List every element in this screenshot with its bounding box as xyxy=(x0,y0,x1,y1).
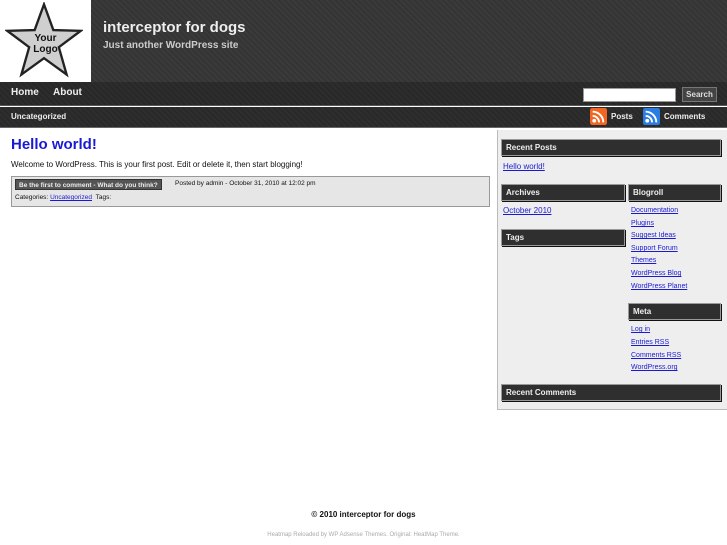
category-uncategorized[interactable]: Uncategorized xyxy=(11,112,66,121)
blogroll-link[interactable]: Themes xyxy=(631,257,656,264)
meta-heading: Meta xyxy=(628,303,721,320)
nav-about[interactable]: About xyxy=(53,87,82,98)
recent-post-link[interactable]: Hello world! xyxy=(503,162,545,171)
posted-by: Posted by admin - October 31, 2010 at 12… xyxy=(175,180,316,187)
rss-icon[interactable] xyxy=(590,108,607,125)
tags-heading: Tags xyxy=(501,229,625,246)
meta-link[interactable]: Log in xyxy=(631,326,650,333)
blogroll-link[interactable]: WordPress Blog xyxy=(631,270,681,277)
meta-link[interactable]: Comments RSS xyxy=(631,352,681,359)
sidebar: Recent Posts Hello world! Archives Octob… xyxy=(497,130,727,410)
comments-feed-link[interactable]: Comments xyxy=(664,112,705,121)
tags-label: Tags: xyxy=(95,194,112,201)
blogroll-link[interactable]: Support Forum xyxy=(631,245,678,252)
rss-icon[interactable] xyxy=(643,108,660,125)
blogroll-link[interactable]: WordPress Planet xyxy=(631,283,687,290)
archives-heading: Archives xyxy=(501,184,625,201)
blogroll-link[interactable]: Documentation xyxy=(631,207,678,214)
post-categories: Categories: Uncategorized Tags: xyxy=(15,194,111,201)
meta-link[interactable]: WordPress.org xyxy=(631,364,678,371)
comment-link[interactable]: Be the first to comment - What do you th… xyxy=(15,179,162,190)
category-bar: Uncategorized Posts Comments xyxy=(0,107,727,128)
nav-home[interactable]: Home xyxy=(11,87,39,98)
footer-credit[interactable]: Heatmap Reloaded by WP Adsense Themes. O… xyxy=(0,532,727,538)
site-header: Your Logo interceptor for dogs Just anot… xyxy=(0,0,727,82)
blogroll-heading: Blogroll xyxy=(628,184,721,201)
blogroll-link[interactable]: Suggest Ideas xyxy=(631,232,676,239)
logo-text: Your Logo xyxy=(33,33,58,55)
search-input[interactable] xyxy=(583,88,676,102)
categories-label: Categories: xyxy=(15,194,49,201)
site-logo[interactable]: Your Logo xyxy=(0,0,91,82)
site-description: Just another WordPress site xyxy=(103,40,239,51)
blogroll-link[interactable]: Plugins xyxy=(631,220,654,227)
recent-comments-heading: Recent Comments xyxy=(501,384,721,401)
search-button[interactable]: Search xyxy=(682,87,717,102)
footer-copyright: © 2010 interceptor for dogs xyxy=(311,510,416,519)
meta-link[interactable]: Entries RSS xyxy=(631,339,669,346)
posts-feed-link[interactable]: Posts xyxy=(611,112,633,121)
archive-link[interactable]: October 2010 xyxy=(503,206,551,215)
main-nav: Home About Search xyxy=(0,82,727,106)
site-title[interactable]: interceptor for dogs xyxy=(103,19,246,36)
post-body: Welcome to WordPress. This is your first… xyxy=(11,160,303,169)
category-link[interactable]: Uncategorized xyxy=(50,194,92,201)
post-title[interactable]: Hello world! xyxy=(11,136,97,153)
post-meta: Be the first to comment - What do you th… xyxy=(11,176,490,207)
recent-posts-heading: Recent Posts xyxy=(501,139,721,156)
